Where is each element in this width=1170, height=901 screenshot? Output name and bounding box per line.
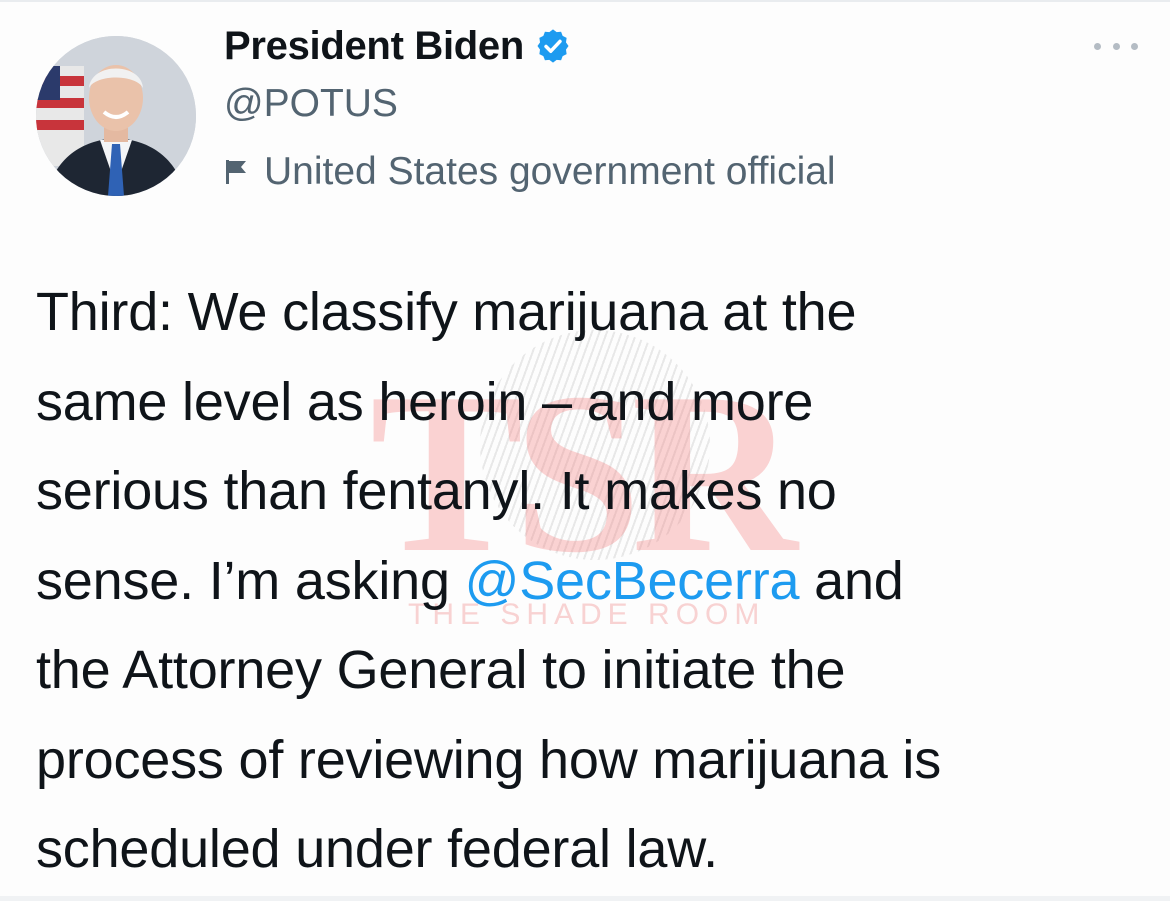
more-icon-dot bbox=[1131, 42, 1138, 50]
tweet-text-segment: sense. I’m asking bbox=[36, 550, 465, 611]
tweet-text-segment: and bbox=[799, 550, 904, 611]
bottom-divider bbox=[0, 896, 1170, 901]
more-icon-dot bbox=[1094, 42, 1101, 50]
top-divider bbox=[0, 0, 1170, 2]
author-display-name[interactable]: President Biden bbox=[224, 24, 524, 69]
mention-link[interactable]: @SecBecerra bbox=[465, 551, 800, 611]
author-label: United States government official bbox=[224, 150, 836, 194]
tweet-line: process of reviewing how marijuana is bbox=[36, 729, 942, 790]
author-handle[interactable]: @POTUS bbox=[224, 82, 398, 126]
verified-badge-icon bbox=[534, 27, 572, 65]
avatar-image bbox=[36, 36, 196, 196]
tweet-text: Third: We classify marijuana at the same… bbox=[36, 268, 1146, 895]
tweet-line: scheduled under federal law. bbox=[36, 819, 718, 879]
author-label-text: United States government official bbox=[264, 150, 836, 193]
tweet-line: same level as heroin – and more bbox=[36, 371, 814, 432]
more-button[interactable] bbox=[1094, 36, 1138, 56]
avatar[interactable] bbox=[36, 36, 196, 196]
government-flag-icon bbox=[224, 158, 250, 186]
tweet-line: sense. I’m asking @SecBecerra and bbox=[36, 537, 1146, 627]
more-icon-dot bbox=[1112, 42, 1120, 50]
tweet-line: serious than fentanyl. It makes no bbox=[36, 461, 837, 521]
tweet-line: the Attorney General to initiate the bbox=[36, 640, 846, 700]
author-name-row: President Biden bbox=[224, 22, 572, 70]
tweet-card: President Biden @POTUS United States gov… bbox=[0, 0, 1170, 901]
tweet-line: Third: We classify marijuana at the bbox=[36, 282, 857, 342]
